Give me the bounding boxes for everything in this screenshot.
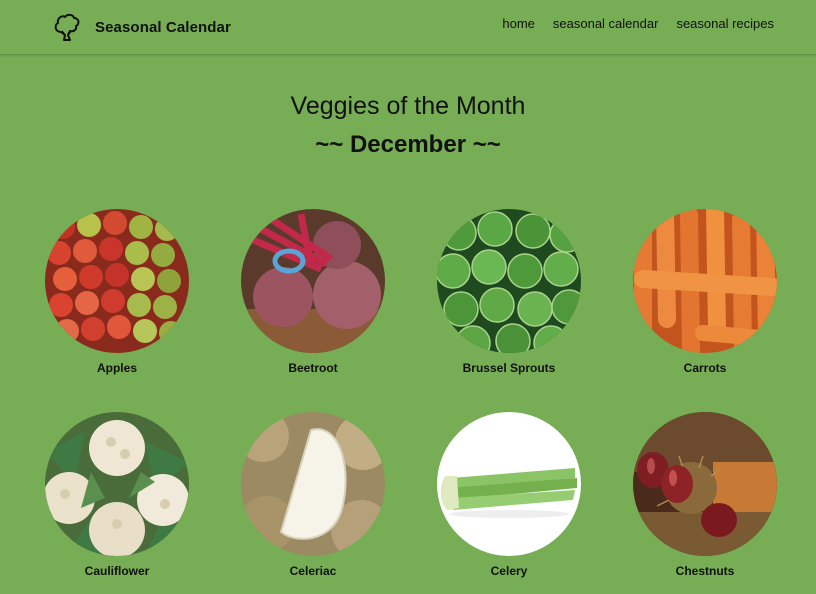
veggie-label-cauliflower: Cauliflower bbox=[84, 564, 150, 578]
page-heading: Veggies of the Month ~~ December ~~ bbox=[0, 88, 816, 163]
veggie-card-carrots[interactable]: Carrots bbox=[630, 209, 780, 375]
celeriac-image bbox=[241, 412, 385, 556]
carrots-image bbox=[633, 209, 777, 353]
veggie-label-chestnuts: Chestnuts bbox=[675, 564, 735, 578]
veggie-card-beetroot[interactable]: Beetroot bbox=[238, 209, 388, 375]
nav-link-home[interactable]: home bbox=[502, 16, 535, 31]
veggie-label-apples: Apples bbox=[96, 361, 137, 375]
veggie-card-celery[interactable]: Celery bbox=[434, 412, 584, 578]
nav-link-seasonal-calendar[interactable]: seasonal calendar bbox=[553, 16, 659, 31]
veggie-label-beetroot: Beetroot bbox=[288, 361, 338, 375]
nav-link-seasonal-recipes[interactable]: seasonal recipes bbox=[676, 16, 774, 31]
veggie-label-brussel-sprouts: Brussel Sprouts bbox=[462, 361, 556, 375]
veggie-card-apples[interactable]: Apples bbox=[42, 209, 192, 375]
apples-image bbox=[45, 209, 189, 353]
beetroot-image bbox=[241, 209, 385, 353]
veggie-card-brussel-sprouts[interactable]: Brussel Sprouts bbox=[434, 209, 584, 375]
veggie-label-celeriac: Celeriac bbox=[289, 564, 337, 578]
nav-links: home seasonal calendar seasonal recipes bbox=[502, 16, 774, 31]
brand-title: Seasonal Calendar bbox=[95, 18, 231, 36]
page-title: Veggies of the Month bbox=[290, 92, 526, 120]
brand-link[interactable]: Seasonal Calendar bbox=[52, 10, 231, 44]
veggie-card-chestnuts[interactable]: Chestnuts bbox=[630, 412, 780, 578]
celery-image bbox=[437, 412, 581, 556]
cauliflower-image bbox=[45, 412, 189, 556]
veggie-label-carrots: Carrots bbox=[683, 361, 727, 375]
chestnuts-image bbox=[633, 412, 777, 556]
veggie-card-celeriac[interactable]: Celeriac bbox=[238, 412, 388, 578]
broccoli-icon bbox=[54, 13, 80, 41]
navbar: Seasonal Calendar home seasonal calendar… bbox=[0, 0, 816, 55]
brussel-sprouts-image bbox=[437, 209, 581, 353]
veggie-label-celery: Celery bbox=[490, 564, 528, 578]
month-title: ~~ December ~~ bbox=[315, 131, 501, 158]
veggie-card-cauliflower[interactable]: Cauliflower bbox=[42, 412, 192, 578]
